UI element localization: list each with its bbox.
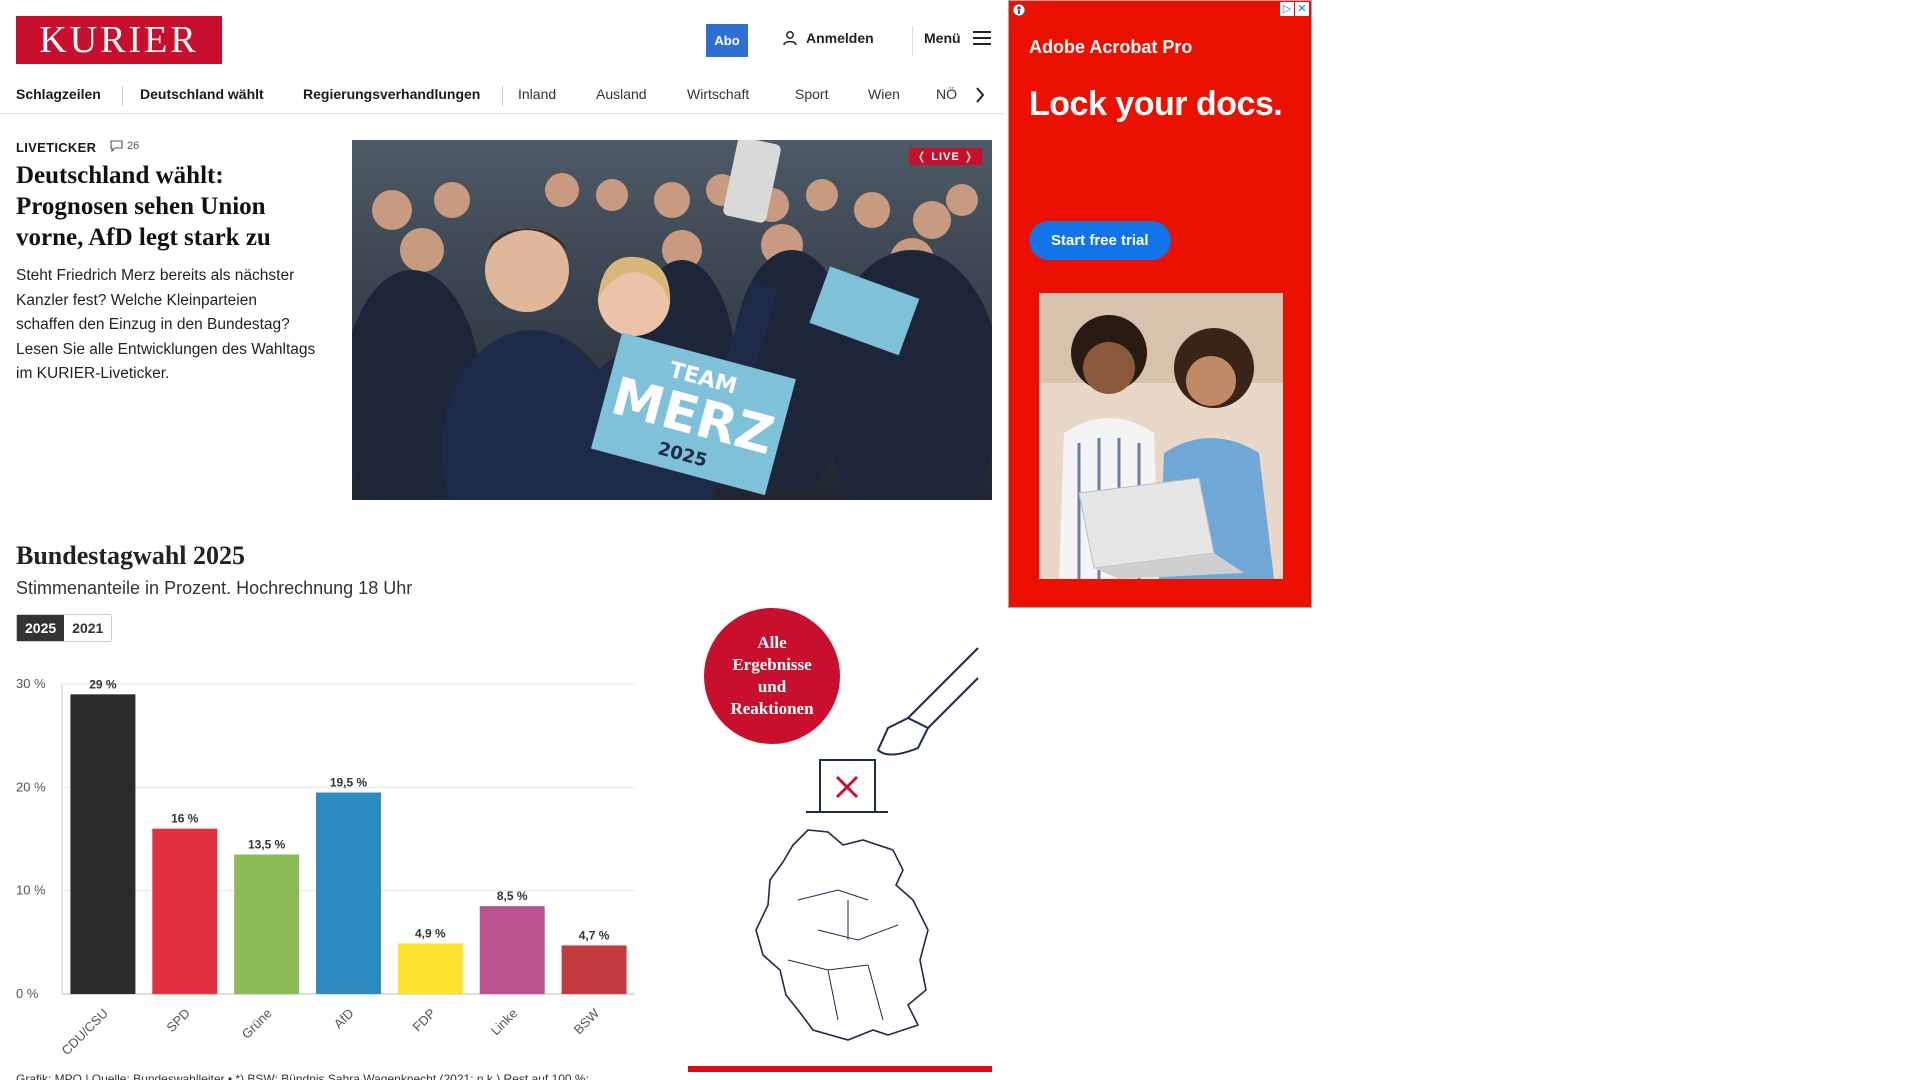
adobe-ad[interactable]: ▷ ✕ Adobe Acrobat Pro Lock your docs. St… — [1008, 0, 1312, 608]
ad-photo-illustration — [1039, 293, 1283, 579]
ad-photo — [1039, 293, 1283, 579]
bar-value-label: 4,7 % — [579, 928, 610, 942]
nav-separator — [122, 86, 123, 106]
results-promo-badge[interactable]: Alle Ergebnisse und Reaktionen — [704, 608, 840, 744]
comment-count-value: 26 — [127, 140, 140, 152]
x-tick-label: CDU/CSU — [59, 1006, 111, 1058]
x-tick-label: FDP — [409, 1006, 438, 1035]
adchoices-icon[interactable] — [1012, 3, 1026, 17]
chevron-right-icon[interactable] — [972, 84, 988, 106]
y-tick-label: 10 % — [16, 883, 46, 898]
nav-item-wien[interactable]: Wien — [868, 86, 900, 102]
comment-count[interactable]: 26 — [110, 140, 139, 152]
bar-value-label: 13,5 % — [248, 838, 286, 852]
bar-value-label: 8,5 % — [497, 889, 528, 903]
article-headline[interactable]: Deutschland wählt: Prognosen sehen Union… — [16, 160, 316, 253]
nav-item-ausland[interactable]: Ausland — [596, 86, 647, 102]
chart-title: Bundestagwahl 2025 — [16, 541, 245, 570]
ad-headline: Lock your docs. — [1029, 85, 1283, 123]
bar-cdu-csu — [70, 694, 136, 994]
nav-item-schlagzeilen[interactable]: Schlagzeilen — [16, 86, 101, 102]
liveticker-kicker: LIVETICKER — [16, 140, 97, 155]
promo-line: Reaktionen — [730, 699, 814, 718]
ad-info-icon[interactable]: ▷ — [1280, 2, 1294, 16]
start-trial-button[interactable]: Start free trial — [1029, 221, 1171, 260]
bar-fdp — [397, 943, 463, 994]
promo-line: und — [757, 677, 787, 696]
menu-button[interactable]: Menü — [924, 30, 991, 46]
nav-item-noe[interactable]: NÖ — [936, 86, 957, 102]
nav-item-wirtschaft[interactable]: Wirtschaft — [687, 86, 749, 102]
hamburger-icon — [972, 31, 991, 45]
x-tick-label: Linke — [488, 1006, 521, 1039]
y-tick-label: 0 % — [16, 986, 39, 1001]
bar-bsw — [561, 945, 627, 994]
ad-brand: Adobe Acrobat Pro — [1029, 37, 1193, 57]
menu-label: Menü — [924, 30, 961, 46]
live-badge: ❬ LIVE ❭ — [909, 148, 982, 165]
login-label: Anmelden — [806, 30, 874, 46]
person-icon — [783, 31, 797, 46]
bar-value-label: 4,9 % — [415, 926, 446, 940]
bar-value-label: 19,5 % — [330, 776, 368, 790]
promo-line: Ergebnisse — [732, 655, 812, 674]
logo-text: KURIER — [39, 19, 199, 61]
x-tick-label: BSW — [571, 1005, 603, 1037]
kurier-logo[interactable]: KURIER — [16, 16, 222, 64]
y-tick-label: 20 % — [16, 779, 46, 794]
login-link[interactable]: Anmelden — [782, 30, 874, 46]
bar-spd — [152, 828, 218, 994]
close-icon[interactable]: ✕ — [1295, 2, 1309, 16]
toggle-2025[interactable]: 2025 — [17, 615, 65, 641]
x-tick-label: AfD — [331, 1006, 357, 1032]
toggle-2021[interactable]: 2021 — [64, 615, 112, 641]
hero-photo-illustration: TEAM MERZ 2025 — [352, 140, 992, 500]
bar-gr-ne — [234, 854, 300, 994]
abo-button[interactable]: Abo — [706, 24, 748, 57]
bar-value-label: 16 % — [171, 812, 199, 826]
hero-photo[interactable]: TEAM MERZ 2025 ❬ LIVE ❭ — [352, 140, 992, 500]
nav-item-regierungsverhandlungen[interactable]: Regierungsverhandlungen — [303, 86, 480, 102]
x-tick-label: Grüne — [239, 1006, 275, 1042]
chart-source: Grafik: MPO | Quelle: Bundeswahlleiter •… — [16, 1072, 589, 1080]
promo-line: Alle — [757, 633, 787, 652]
x-tick-label: SPD — [163, 1006, 193, 1036]
y-tick-label: 30 % — [16, 676, 46, 691]
bar-chart: 0 % 10 % 20 % 30 % 29 % CDU/CSU 16 % SPD 13,5 % G… — [16, 676, 635, 1058]
bar-linke — [479, 906, 545, 994]
year-toggle: 2025 2021 — [16, 614, 113, 642]
nav-separator — [502, 86, 503, 106]
nav-item-sport[interactable]: Sport — [795, 86, 828, 102]
header-divider — [912, 26, 913, 56]
bar-value-label: 29 % — [89, 677, 117, 691]
nav-item-inland[interactable]: Inland — [518, 86, 556, 102]
nav-item-deutschland-waehlt[interactable]: Deutschland wählt — [140, 86, 264, 102]
section-nav: Schlagzeilen Deutschland wählt Regierung… — [0, 76, 1005, 114]
bar-afd — [316, 792, 381, 994]
results-promo[interactable]: Alle Ergebnisse und Reaktionen — [688, 600, 992, 1080]
ad-controls: ▷ ✕ — [1280, 2, 1309, 16]
comment-icon — [110, 140, 123, 152]
chart-subtitle: Stimmenanteile in Prozent. Hochrechnung … — [16, 578, 413, 598]
promo-red-bar — [688, 1066, 992, 1072]
article-lead: Steht Friedrich Merz bereits als nächste… — [16, 267, 316, 382]
